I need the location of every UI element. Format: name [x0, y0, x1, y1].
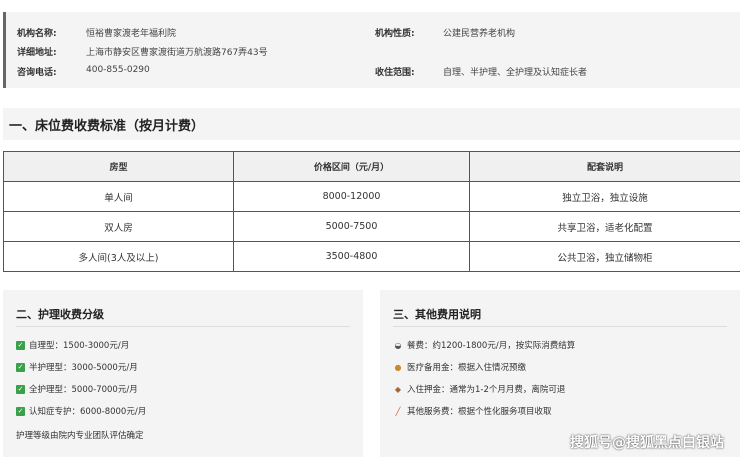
table-row: 多人间(3人及以上) 3500-4800 公共卫浴，独立储物柜	[3, 241, 740, 272]
bowl-icon: ◒	[394, 340, 402, 350]
table-row: 双人房 5000-7500 共享卫浴，适老化配置	[3, 211, 740, 242]
list-item: ✓ 自理型：1500-3000元/月	[16, 339, 129, 351]
care-item-text: 自理型：1500-3000元/月	[29, 341, 130, 351]
other-item-text: 其他服务费：根据个性化服务项目收取	[407, 407, 552, 417]
cell-price: 8000-12000	[233, 181, 470, 212]
divider	[393, 326, 727, 327]
table-row: 单人间 8000-12000 独立卫浴，独立设施	[3, 181, 740, 212]
address-value: 上海市静安区曹家渡街道万航渡路767弄43号	[86, 48, 268, 58]
nature-label: 机构性质:	[375, 29, 415, 39]
list-item: ✓ 全护理型：5000-7000元/月	[16, 383, 138, 395]
other-panel-title: 三、其他费用说明	[393, 308, 481, 321]
care-item-text: 全护理型：5000-7000元/月	[29, 385, 138, 395]
nature-value: 公建民营养老机构	[443, 29, 516, 39]
care-note: 护理等级由院内专业团队评估确定	[16, 431, 144, 441]
medical-bag-icon: ●	[394, 362, 402, 372]
list-item: ✓ 半护理型：3000-5000元/月	[16, 361, 138, 373]
header-amenities: 配套说明	[469, 151, 740, 182]
phone-value: 400-855-0290	[86, 65, 150, 75]
care-panel-title: 二、护理收费分级	[16, 308, 104, 321]
table-header-row: 房型 价格区间（元/月） 配套说明	[3, 151, 740, 182]
divider	[16, 326, 350, 327]
list-item: ● 医疗备用金：根据入住情况预缴	[393, 361, 527, 374]
cell-room-type: 双人房	[3, 211, 234, 242]
other-item-text: 入住押金：通常为1-2个月月费，离院可退	[407, 385, 566, 395]
other-item-text: 餐费：约1200-1800元/月，按实际消费结算	[407, 341, 576, 351]
cell-room-type: 单人间	[3, 181, 234, 212]
header-price-range: 价格区间（元/月）	[233, 151, 470, 182]
cell-amenities: 公共卫浴，独立储物柜	[469, 241, 740, 272]
list-item: ✓ 认知症专护：6000-8000元/月	[16, 405, 146, 417]
list-item: ◒ 餐费：约1200-1800元/月，按实际消费结算	[393, 339, 576, 352]
checkbox-icon: ✓	[16, 362, 25, 372]
cell-price: 5000-7500	[233, 211, 470, 242]
pen-icon: ╱	[395, 406, 401, 416]
list-item: ◆ 入住押金：通常为1-2个月月费，离院可退	[393, 383, 566, 396]
price-table: 房型 价格区间（元/月） 配套说明 单人间 8000-12000 独立卫浴，独立…	[3, 151, 740, 272]
cell-amenities: 独立卫浴，独立设施	[469, 181, 740, 212]
institution-info-box: 机构名称: 恒裕曹家渡老年福利院 机构性质: 公建民营养老机构 详细地址: 上海…	[3, 12, 740, 88]
name-label: 机构名称:	[17, 29, 57, 39]
phone-label: 咨询电话:	[17, 68, 57, 78]
checkbox-icon: ✓	[16, 406, 25, 416]
section-title-text: 一、床位费收费标准（按月计费）	[9, 118, 205, 134]
checkbox-icon: ✓	[16, 340, 25, 350]
scope-value: 自理、半护理、全护理及认知症长者	[443, 68, 588, 78]
other-item-text: 医疗备用金：根据入住情况预缴	[407, 363, 527, 373]
care-fee-panel: 二、护理收费分级 ✓ 自理型：1500-3000元/月 ✓ 半护理型：3000-…	[3, 290, 363, 457]
deposit-box-icon: ◆	[394, 384, 402, 394]
cell-price: 3500-4800	[233, 241, 470, 272]
care-item-text: 认知症专护：6000-8000元/月	[29, 407, 147, 417]
watermark: 搜狐号@搜狐黑点白银站	[570, 435, 724, 451]
cell-amenities: 共享卫浴，适老化配置	[469, 211, 740, 242]
checkbox-icon: ✓	[16, 384, 25, 394]
header-room-type: 房型	[3, 151, 234, 182]
name-value: 恒裕曹家渡老年福利院	[86, 29, 177, 39]
list-item: ╱ 其他服务费：根据个性化服务项目收取	[393, 405, 552, 418]
scope-label: 收住范围:	[375, 68, 415, 78]
section-title-bed-fees: 一、床位费收费标准（按月计费）	[3, 108, 740, 140]
address-label: 详细地址:	[17, 48, 57, 58]
care-item-text: 半护理型：3000-5000元/月	[29, 363, 138, 373]
cell-room-type: 多人间(3人及以上)	[3, 241, 234, 272]
